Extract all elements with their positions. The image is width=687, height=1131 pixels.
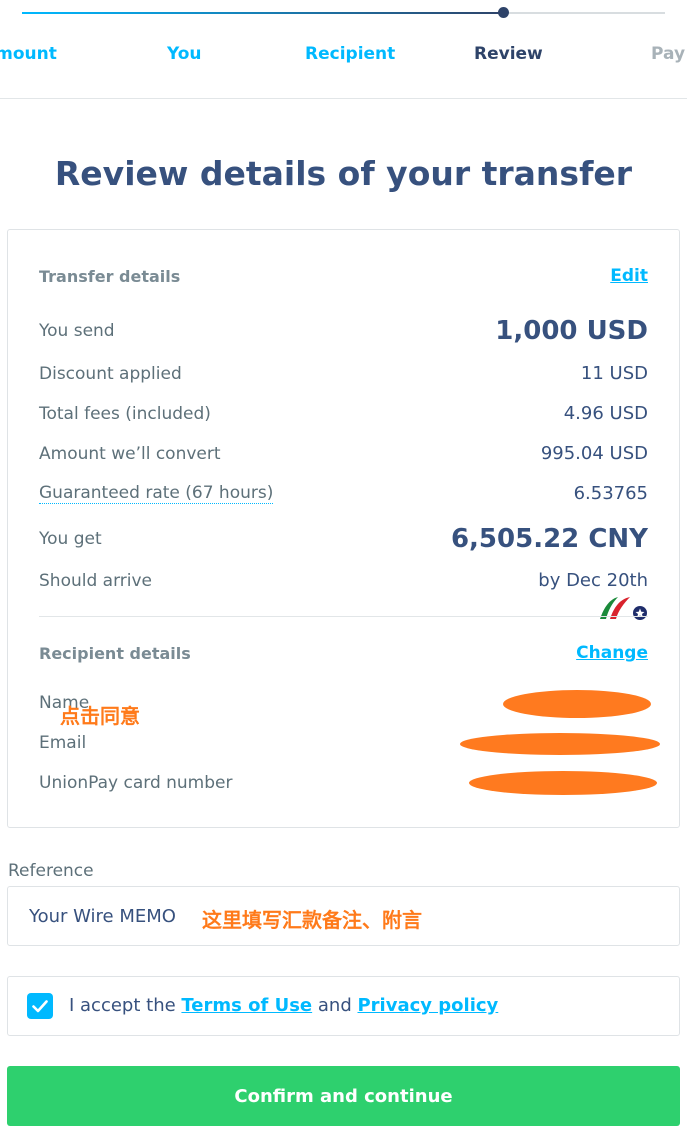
annotation-click-agree: 点击同意: [60, 704, 140, 728]
step-you[interactable]: You: [167, 44, 202, 64]
row-guaranteed-rate: Guaranteed rate (67 hours) 6.53765: [39, 483, 648, 504]
amount-convert-label: Amount we’ll convert: [39, 443, 221, 464]
terms-conjunction: and: [317, 995, 352, 1016]
recipient-email-label: Email: [39, 733, 87, 753]
recipient-details-header: Recipient details Change: [39, 643, 648, 663]
reference-input[interactable]: Your Wire MEMO 这里填写汇款备注、附言: [7, 886, 680, 946]
should-arrive-label: Should arrive: [39, 570, 152, 591]
progress-current-dot: [498, 7, 509, 18]
transfer-details-header: Transfer details Edit: [39, 266, 648, 286]
step-review: Review: [474, 44, 543, 64]
row-should-arrive: Should arrive by Dec 20th: [39, 570, 648, 591]
amount-convert-value: 995.04 USD: [540, 443, 648, 464]
redaction-email: [460, 733, 660, 755]
row-you-send: You send 1,000 USD: [39, 314, 648, 348]
confirm-and-continue-button[interactable]: Confirm and continue: [7, 1066, 680, 1126]
reference-label: Reference: [8, 861, 94, 881]
you-send-label: You send: [39, 321, 115, 341]
terms-of-use-link[interactable]: Terms of Use: [181, 995, 312, 1016]
guaranteed-rate-label[interactable]: Guaranteed rate (67 hours): [39, 483, 274, 504]
recipient-card-label: UnionPay card number: [39, 773, 233, 793]
step-recipient[interactable]: Recipient: [305, 44, 395, 64]
should-arrive-value: by Dec 20th: [538, 570, 648, 591]
guaranteed-rate-value: 6.53765: [573, 483, 648, 504]
you-get-label: You get: [39, 529, 102, 549]
reference-value: Your Wire MEMO: [29, 906, 176, 927]
terms-acceptance: I accept the Terms of Use and Privacy po…: [7, 976, 680, 1036]
progress-track-complete: [22, 12, 504, 14]
accept-terms-checkbox[interactable]: [27, 993, 53, 1019]
page-title: Review details of your transfer: [54, 154, 633, 193]
row-you-get: You get 6,505.22 CNY: [39, 522, 648, 556]
transfer-summary-card: Transfer details Edit You send 1,000 USD…: [7, 229, 680, 828]
total-fees-value: 4.96 USD: [563, 403, 648, 424]
annotation-reference-note: 这里填写汇款备注、附言: [202, 908, 422, 932]
change-link[interactable]: Change: [576, 643, 648, 663]
transfer-details-heading: Transfer details: [39, 266, 181, 286]
step-pay: Pay: [651, 44, 686, 64]
recipient-details-heading: Recipient details: [39, 643, 191, 663]
step-amount[interactable]: Amount: [0, 44, 57, 64]
row-total-fees: Total fees (included) 4.96 USD: [39, 403, 648, 424]
edit-link[interactable]: Edit: [610, 266, 648, 286]
you-get-value: 6,505.22 CNY: [450, 524, 648, 554]
terms-text: I accept the Terms of Use and Privacy po…: [69, 995, 498, 1016]
progress-track-remaining: [504, 12, 665, 14]
redaction-name: [503, 690, 651, 718]
checkmark-icon: [32, 999, 48, 1012]
redaction-card: [469, 771, 657, 795]
progress-stepper: Amount You Recipient Review Pay: [0, 0, 687, 99]
privacy-policy-link[interactable]: Privacy policy: [357, 995, 498, 1016]
you-send-value: 1,000 USD: [495, 316, 648, 346]
row-discount: Discount applied 11 USD: [39, 363, 648, 384]
discount-label: Discount applied: [39, 363, 182, 384]
row-amount-convert: Amount we’ll convert 995.04 USD: [39, 443, 648, 464]
terms-prefix: I accept the: [69, 995, 176, 1016]
discount-value: 11 USD: [580, 363, 648, 384]
total-fees-label: Total fees (included): [39, 403, 211, 424]
section-divider: [39, 616, 648, 617]
